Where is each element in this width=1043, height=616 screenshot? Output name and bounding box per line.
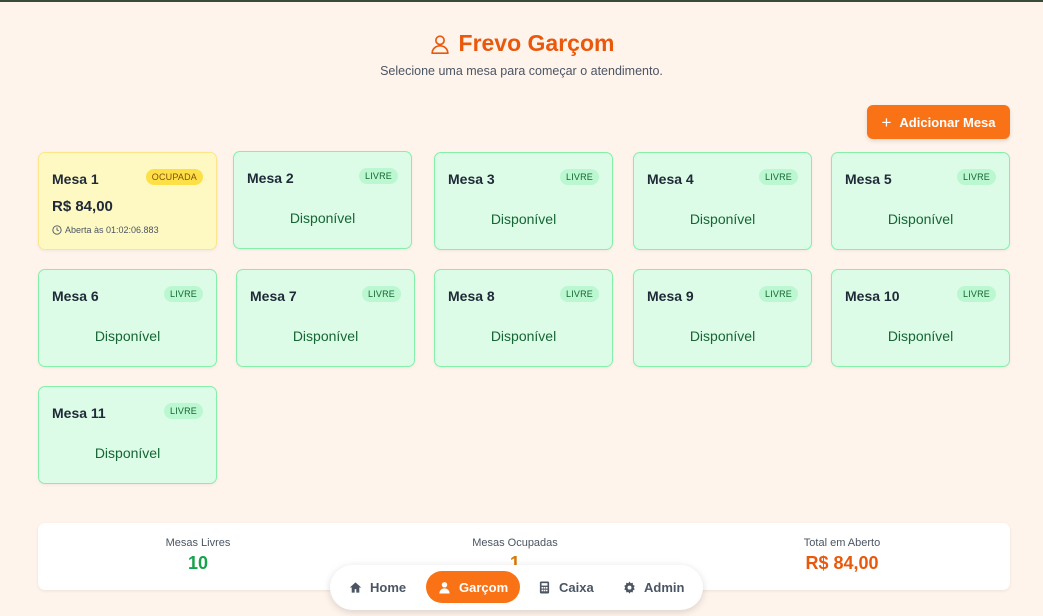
status-badge: LIVRE	[758, 286, 798, 302]
title-row: Frevo Garçom	[0, 30, 1043, 57]
table-card-11[interactable]: Mesa 11 LIVRE Disponível	[38, 386, 217, 484]
table-name: Mesa 2	[247, 170, 294, 186]
table-card-9[interactable]: Mesa 9 LIVRE Disponível	[633, 269, 812, 367]
table-card-3[interactable]: Mesa 3 LIVRE Disponível	[434, 152, 613, 250]
status-badge: LIVRE	[163, 403, 203, 419]
nav-home[interactable]: Home	[337, 571, 418, 603]
table-card-10[interactable]: Mesa 10 LIVRE Disponível	[831, 269, 1010, 367]
opened-time-text: Aberta às 01:02:06.883	[65, 225, 159, 235]
table-card-2[interactable]: Mesa 2 LIVRE Disponível	[233, 151, 412, 249]
table-name: Mesa 6	[52, 288, 99, 304]
stat-occupied-label: Mesas Ocupadas	[472, 537, 558, 549]
nav-admin[interactable]: Admin	[611, 571, 696, 603]
add-table-label: Adicionar Mesa	[899, 114, 996, 130]
opened-time: Aberta às 01:02:06.883	[52, 225, 159, 235]
stat-total-value: R$ 84,00	[805, 553, 879, 573]
table-availability: Disponível	[490, 211, 557, 227]
status-badge: LIVRE	[956, 169, 996, 185]
page-subtitle: Selecione uma mesa para começar o atendi…	[380, 64, 663, 78]
table-card-4[interactable]: Mesa 4 LIVRE Disponível	[633, 152, 812, 250]
table-name: Mesa 4	[647, 171, 694, 187]
nav-garcom-label: Garçom	[459, 579, 509, 595]
table-availability: Disponível	[94, 445, 161, 461]
table-availability: Disponível	[887, 211, 954, 227]
user-icon	[430, 34, 449, 54]
table-card-1[interactable]: Mesa 1 OCUPADA R$ 84,00 Aberta às 01:02:…	[38, 152, 217, 250]
status-badge: LIVRE	[163, 286, 203, 302]
status-badge: LIVRE	[758, 169, 798, 185]
bottom-nav: Home Garçom Caixa Admin	[330, 565, 703, 610]
stat-free-value: 10	[187, 553, 209, 573]
table-availability: Disponível	[689, 211, 756, 227]
page-header: Frevo Garçom Selecione uma mesa para com…	[0, 30, 1043, 78]
add-table-button[interactable]: + Adicionar Mesa	[867, 105, 1010, 139]
table-availability: Disponível	[490, 328, 557, 344]
status-badge: LIVRE	[358, 168, 398, 184]
status-badge: LIVRE	[956, 286, 996, 302]
table-name: Mesa 5	[845, 171, 892, 187]
status-badge: LIVRE	[559, 169, 599, 185]
calculator-icon	[539, 581, 550, 593]
table-availability: Disponível	[292, 328, 359, 344]
table-name: Mesa 9	[647, 288, 694, 304]
table-name: Mesa 11	[52, 405, 106, 421]
nav-admin-label: Admin	[644, 579, 685, 595]
table-availability: Disponível	[289, 210, 356, 226]
nav-caixa-label: Caixa	[559, 579, 594, 595]
table-amount: R$ 84,00	[52, 198, 113, 215]
table-name: Mesa 3	[448, 171, 495, 187]
nav-garcom[interactable]: Garçom	[426, 571, 521, 603]
table-card-7[interactable]: Mesa 7 LIVRE Disponível	[236, 269, 415, 367]
home-icon	[349, 581, 362, 593]
app-title: Frevo Garçom	[458, 30, 615, 56]
status-badge: LIVRE	[559, 286, 599, 302]
table-card-5[interactable]: Mesa 5 LIVRE Disponível	[831, 152, 1010, 250]
stat-free-label: Mesas Livres	[165, 537, 231, 549]
table-availability: Disponível	[887, 328, 954, 344]
table-card-6[interactable]: Mesa 6 LIVRE Disponível	[38, 269, 217, 367]
user-icon	[439, 581, 450, 593]
table-name: Mesa 7	[250, 288, 297, 304]
table-card-8[interactable]: Mesa 8 LIVRE Disponível	[434, 269, 613, 367]
clock-icon	[52, 225, 62, 235]
plus-icon: +	[881, 112, 892, 132]
nav-caixa[interactable]: Caixa	[526, 571, 606, 603]
nav-home-label: Home	[370, 579, 407, 595]
table-availability: Disponível	[94, 328, 161, 344]
stat-total: Total em Aberto R$ 84,00	[742, 537, 942, 574]
table-name: Mesa 1	[52, 171, 99, 187]
table-availability: Disponível	[689, 328, 756, 344]
stat-total-label: Total em Aberto	[803, 537, 881, 549]
gear-icon	[624, 581, 635, 594]
stat-free: Mesas Livres 10	[98, 537, 298, 574]
table-name: Mesa 10	[845, 288, 900, 304]
status-badge: OCUPADA	[145, 169, 203, 185]
table-name: Mesa 8	[448, 288, 495, 304]
status-badge: LIVRE	[361, 286, 401, 302]
